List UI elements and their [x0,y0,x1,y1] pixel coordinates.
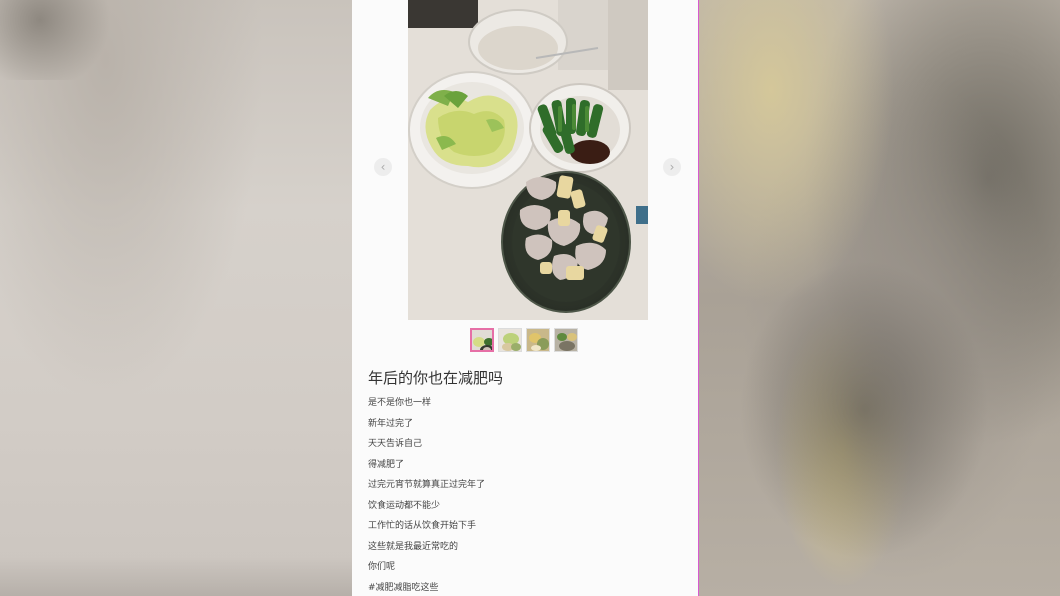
chevron-left-icon: ‹ [380,160,386,174]
thumbnail-4[interactable] [554,328,578,352]
post-line: 新年过完了 [368,418,414,429]
blurred-background-right [699,0,1060,596]
post-line: 饮食运动都不能少 [368,500,441,511]
post-title: 年后的你也在减肥吗 [368,369,504,387]
thumbnail-image [499,329,521,351]
post-line: 这些就是我最近常吃的 [368,541,459,552]
gallery-prev-button[interactable]: ‹ [374,158,392,176]
post-line: 工作忙的话从饮食开始下手 [368,521,477,531]
thumbnail-1[interactable] [470,328,494,352]
blurred-background-left [0,0,352,596]
chevron-right-icon: › [669,160,675,174]
thumbnail-image [555,329,577,351]
thumbnail-strip [470,328,578,352]
thumbnail-3[interactable] [526,328,550,352]
post-line: 过完元宵节就算真正过完年了 [368,480,486,490]
post-body: 是不是你也一样 新年过完了 天天告诉自己 得减肥了 过完元宵节就算真正过完年了 … [368,397,485,596]
thumbnail-2[interactable] [498,328,522,352]
post-line: 你们呢 [368,562,396,572]
thumbnail-image [527,329,549,351]
post-line: 天天告诉自己 [368,439,423,449]
food-photo-image [408,0,648,320]
post-photo[interactable] [408,0,648,320]
gallery-next-button[interactable]: › [663,158,681,176]
thumbnail-image [472,330,492,350]
post-line: 是不是你也一样 [368,398,432,408]
post-line: 得减肥了 [368,459,405,470]
hashtag-link[interactable]: #减肥减脂吃这些 [368,582,485,596]
post-card: ‹ › 年后的你也在减肥吗 是不是你也一样 新年过完了 天天告诉自己 得减肥了 … [352,0,698,596]
